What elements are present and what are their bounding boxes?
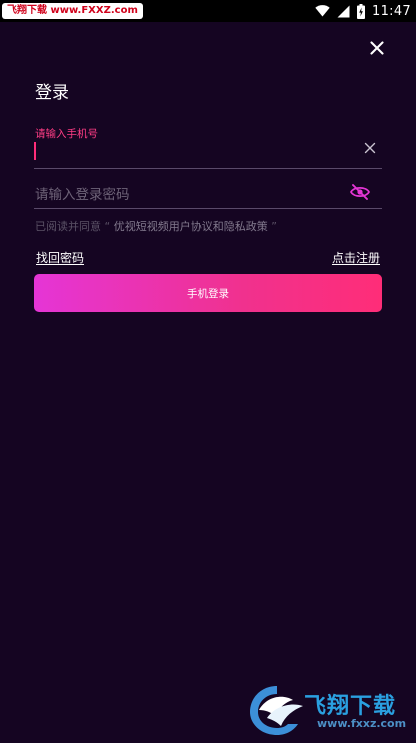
status-clock: 11:47: [372, 3, 411, 19]
page-title: 登录: [35, 83, 69, 103]
battery-charging-icon: [357, 3, 366, 19]
password-placeholder: 请输入登录密码: [35, 187, 130, 203]
wifi-icon: [315, 5, 330, 17]
phone-input[interactable]: [34, 138, 382, 169]
agreement-prefix: 已阅读并同意 “: [35, 220, 114, 233]
brand-name: 飞翔下载: [304, 694, 397, 719]
status-bar: 飞翔下载 www.FXXZ.com 11:47: [0, 0, 416, 22]
clear-icon: [364, 142, 376, 154]
phone-login-button[interactable]: 手机登录: [34, 274, 382, 312]
close-button[interactable]: [366, 37, 388, 59]
brand-logo: [247, 684, 307, 738]
brand-url: www.fxxz.com: [317, 717, 407, 730]
eye-off-icon: [349, 184, 371, 200]
close-icon: [370, 41, 384, 55]
status-icons: 11:47: [315, 0, 411, 22]
agreement-suffix: ”: [267, 220, 277, 233]
agreement-text: 已阅读并同意 “ 优视短视频用户协议和隐私政策 ”: [35, 218, 277, 234]
forgot-password-link[interactable]: 找回密码: [36, 249, 84, 266]
agreement-link[interactable]: 优视短视频用户协议和隐私政策: [114, 220, 268, 233]
clear-phone-button[interactable]: [363, 140, 377, 154]
login-screen: 飞翔下载 www.FXXZ.com 11:47 登录 请输入手机号 请输入登录密…: [0, 0, 416, 743]
password-input[interactable]: 请输入登录密码: [34, 176, 382, 209]
watermark-badge: 飞翔下载 www.FXXZ.com: [2, 3, 143, 19]
text-caret: [34, 142, 36, 160]
register-link[interactable]: 点击注册: [332, 249, 380, 266]
toggle-password-visibility[interactable]: [349, 184, 371, 200]
login-button-label: 手机登录: [187, 287, 229, 300]
signal-icon: [337, 5, 350, 18]
